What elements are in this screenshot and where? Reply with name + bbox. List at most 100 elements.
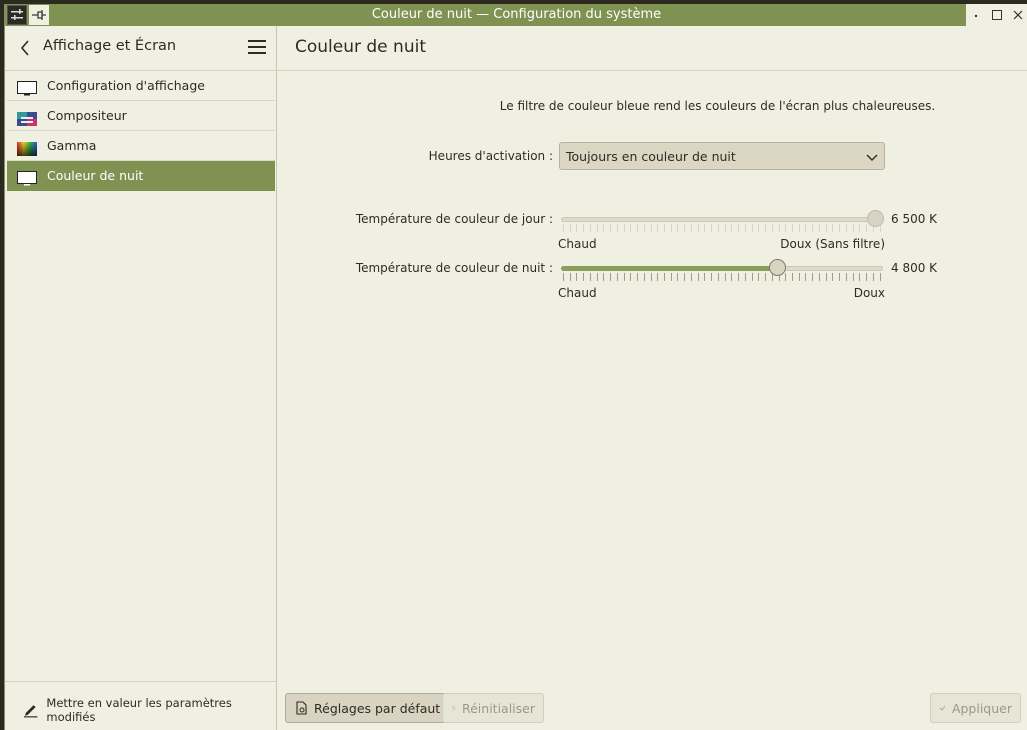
slider-tick — [603, 273, 605, 281]
slider-tick — [758, 273, 760, 281]
slider-tick — [839, 273, 841, 281]
slider-tick — [872, 273, 874, 281]
slider-tick — [583, 224, 585, 232]
slider-tick — [684, 224, 686, 232]
main-panel: Couleur de nuit Le filtre de couleur ble… — [277, 26, 1027, 730]
night-temp-value: 4 800 K — [891, 261, 938, 275]
sidebar-item-gamma[interactable]: Gamma — [7, 131, 275, 161]
slider-tick — [731, 273, 733, 281]
slider-tick — [677, 273, 679, 281]
slider-tick — [596, 273, 598, 281]
slider-tick — [670, 224, 672, 232]
hamburger-menu-icon[interactable] — [248, 40, 266, 56]
slider-tick — [610, 224, 612, 232]
sidebar: Affichage et Écran Configuration d'affic… — [5, 26, 277, 730]
day-temp-slider — [561, 210, 884, 232]
slider-tick — [664, 224, 666, 232]
slider-tick — [690, 273, 692, 281]
slider-tick — [738, 224, 740, 232]
slider-tick — [684, 273, 686, 281]
main-header: Couleur de nuit — [277, 26, 1027, 71]
window-title: Couleur de nuit — Configuration du systè… — [371, 7, 662, 22]
slider-tick — [771, 224, 773, 232]
slider-tick — [650, 273, 652, 281]
slider-tick — [650, 224, 652, 232]
slider-tick — [845, 224, 847, 232]
sidebar-item-label: Configuration d'affichage — [47, 78, 205, 93]
slider-tick — [677, 224, 679, 232]
back-arrow-icon[interactable] — [17, 39, 33, 57]
night-temp-slider[interactable] — [561, 259, 883, 281]
gamma-icon — [17, 138, 37, 156]
slider-tick — [717, 273, 719, 281]
slider-tick — [758, 224, 760, 232]
night-temp-fill — [561, 266, 778, 271]
slider-tick — [852, 273, 854, 281]
slider-tick — [812, 273, 814, 281]
slider-tick — [589, 224, 591, 232]
slider-tick — [825, 273, 827, 281]
slider-tick — [603, 224, 605, 232]
day-temp-min-label: Chaud — [558, 237, 597, 251]
day-temp-handle — [867, 210, 884, 227]
slider-tick — [596, 224, 598, 232]
monitor-icon — [17, 78, 37, 96]
maximize-icon[interactable] — [989, 7, 1005, 23]
slider-tick — [852, 224, 854, 232]
window: Couleur de nuit — Configuration du systè… — [4, 4, 1027, 730]
compositor-icon — [17, 108, 37, 126]
slider-tick — [724, 224, 726, 232]
slider-tick — [765, 224, 767, 232]
slider-tick — [785, 273, 787, 281]
slider-tick — [623, 224, 625, 232]
activation-dropdown[interactable]: Toujours en couleur de nuit — [559, 142, 885, 170]
slider-tick — [704, 273, 706, 281]
slider-tick — [576, 224, 578, 232]
activation-label: Heures d'activation : — [428, 149, 553, 163]
night-temp-min-label: Chaud — [558, 286, 597, 300]
document-icon — [296, 701, 307, 715]
reset-button[interactable]: Réinitialiser — [442, 693, 544, 723]
pen-icon — [23, 705, 38, 718]
slider-tick — [690, 224, 692, 232]
sidebar-nav: Configuration d'affichage Compositeur Ga… — [5, 71, 276, 191]
slider-tick — [670, 273, 672, 281]
checkmark-icon — [939, 705, 946, 711]
page-title: Couleur de nuit — [295, 37, 426, 57]
highlight-changed-button[interactable]: Mettre en valeur les paramètres modifiés — [23, 696, 276, 724]
slider-tick — [697, 273, 699, 281]
day-temp-ticks — [563, 224, 881, 232]
day-temp-label: Température de couleur de jour : — [355, 212, 553, 226]
minimize-icon[interactable] — [968, 7, 984, 23]
slider-tick — [643, 273, 645, 281]
slider-tick — [630, 224, 632, 232]
defaults-button[interactable]: Réglages par défaut — [285, 693, 450, 723]
night-temp-handle[interactable] — [769, 259, 787, 276]
slider-tick — [825, 224, 827, 232]
slider-tick — [731, 224, 733, 232]
slider-tick — [657, 224, 659, 232]
activation-value: Toujours en couleur de nuit — [566, 149, 736, 164]
day-temp-value: 6 500 K — [891, 212, 938, 226]
close-icon[interactable] — [1010, 7, 1026, 23]
sidebar-item-compositor[interactable]: Compositeur — [7, 101, 275, 131]
slider-tick — [637, 273, 639, 281]
slider-tick — [798, 224, 800, 232]
slider-tick — [664, 273, 666, 281]
sidebar-footer: Mettre en valeur les paramètres modifiés — [5, 681, 276, 730]
sidebar-item-label: Gamma — [47, 138, 97, 153]
slider-tick — [744, 224, 746, 232]
sidebar-item-night-color[interactable]: Couleur de nuit — [7, 161, 275, 191]
slider-tick — [616, 273, 618, 281]
slider-tick — [798, 273, 800, 281]
slider-tick — [643, 224, 645, 232]
slider-tick — [845, 273, 847, 281]
sidebar-header: Affichage et Écran — [5, 26, 276, 71]
slider-tick — [563, 224, 564, 232]
apply-button[interactable]: Appliquer — [930, 693, 1021, 723]
slider-tick — [765, 273, 767, 281]
night-temp-max-label: Doux — [853, 286, 885, 300]
slider-tick — [717, 224, 719, 232]
slider-tick — [818, 224, 820, 232]
sidebar-item-display-configuration[interactable]: Configuration d'affichage — [7, 71, 275, 101]
